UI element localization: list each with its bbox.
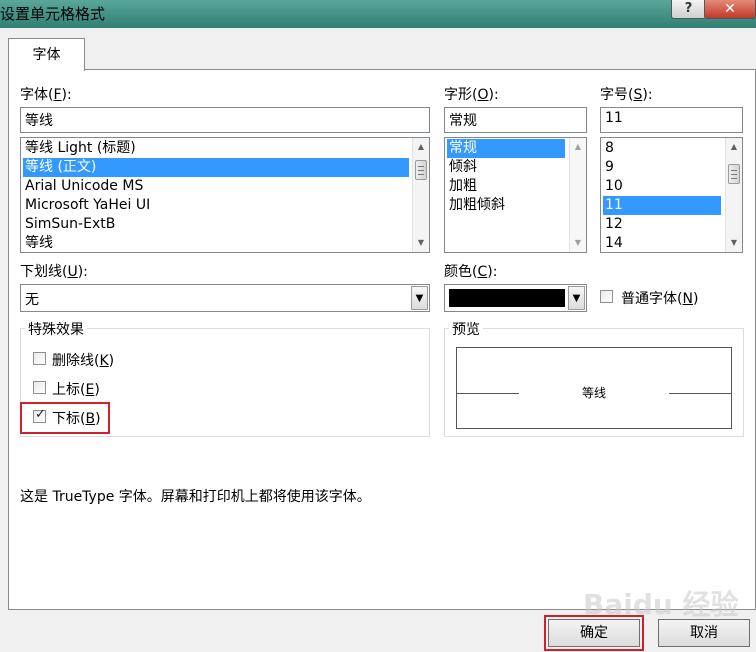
normal-font-checkbox[interactable] xyxy=(600,290,613,303)
font-name-list[interactable]: 等线 Light (标题) 等线 (正文) Arial Unicode MS M… xyxy=(20,137,430,253)
size-list-item[interactable]: 14 xyxy=(603,234,721,252)
scroll-down-icon[interactable]: ▼ xyxy=(726,235,742,251)
font-style-list[interactable]: 常规 倾斜 加粗 加粗倾斜 ▲ ▼ xyxy=(444,137,587,253)
normal-font-label: 普通字体(N) xyxy=(621,291,699,307)
effects-group-label: 特殊效果 xyxy=(25,319,87,339)
color-label: 颜色(C): xyxy=(444,264,498,280)
title-bar: 设置单元格格式 ? ✕ xyxy=(0,0,756,28)
preview-group-label: 预览 xyxy=(449,319,483,339)
scroll-thumb[interactable] xyxy=(415,160,427,180)
close-icon: ✕ xyxy=(724,1,736,17)
size-list-item[interactable]: 10 xyxy=(603,177,721,196)
tab-font[interactable]: 字体 xyxy=(8,38,85,71)
style-list-item[interactable]: 加粗 xyxy=(447,177,565,196)
font-label: 字体(F): xyxy=(20,87,72,103)
chevron-down-icon[interactable]: ▼ xyxy=(411,286,428,310)
scroll-thumb[interactable] xyxy=(728,164,740,184)
style-list-scrollbar[interactable]: ▲ ▼ xyxy=(569,138,586,252)
style-list-item[interactable]: 加粗倾斜 xyxy=(447,196,565,215)
font-name-input[interactable]: 等线 xyxy=(20,107,430,133)
baidu-watermark: Baidu 经验 xyxy=(583,588,739,621)
style-list-item[interactable]: 倾斜 xyxy=(447,158,565,177)
font-list-item[interactable]: Arial Unicode MS xyxy=(23,177,409,196)
size-label: 字号(S): xyxy=(600,87,653,103)
style-list-item-selected[interactable]: 常规 xyxy=(447,139,565,158)
size-list-item[interactable]: 12 xyxy=(603,215,721,234)
strikethrough-label: 删除线(K) xyxy=(52,353,115,369)
superscript-label: 上标(E) xyxy=(52,382,100,398)
style-label: 字形(O): xyxy=(444,87,499,103)
font-list-item[interactable]: 等线 Light (标题) xyxy=(23,139,409,158)
window-title: 设置单元格格式 xyxy=(0,5,106,23)
help-button[interactable]: ? xyxy=(671,0,706,19)
preview-sample-text: 等线 xyxy=(581,386,606,400)
chevron-down-icon[interactable]: ▼ xyxy=(568,286,585,310)
font-list-item-selected[interactable]: 等线 (正文) xyxy=(23,158,409,177)
superscript-checkbox[interactable] xyxy=(33,381,46,394)
highlight-box-subscript xyxy=(20,402,110,434)
font-info-text: 这是 TrueType 字体。屏幕和打印机上都将使用该字体。 xyxy=(20,489,371,505)
scroll-down-icon[interactable]: ▼ xyxy=(570,235,586,251)
font-list-scrollbar[interactable]: ▲ ▼ xyxy=(412,138,429,252)
scroll-up-icon[interactable]: ▲ xyxy=(570,139,586,155)
font-style-input[interactable]: 常规 xyxy=(444,107,587,133)
font-size-input[interactable]: 11 xyxy=(600,107,743,133)
underline-label: 下划线(U): xyxy=(20,264,88,280)
preview-box: 等线 xyxy=(456,347,732,429)
font-list-item[interactable]: Microsoft YaHei UI xyxy=(23,196,409,215)
font-size-list[interactable]: 8 9 10 11 12 14 ▲ ▼ xyxy=(600,137,743,253)
strikethrough-checkbox[interactable] xyxy=(33,352,46,365)
size-list-item[interactable]: 8 xyxy=(603,139,721,158)
cancel-button[interactable]: 取消 xyxy=(658,619,750,647)
size-list-item-selected[interactable]: 11 xyxy=(603,196,721,215)
scroll-down-icon[interactable]: ▼ xyxy=(413,235,429,251)
color-select[interactable]: ▼ xyxy=(444,284,587,312)
font-list-item[interactable]: SimSun-ExtB xyxy=(23,215,409,234)
scroll-up-icon[interactable]: ▲ xyxy=(413,139,429,155)
scroll-up-icon[interactable]: ▲ xyxy=(726,139,742,155)
underline-select[interactable]: 无 ▼ xyxy=(20,284,430,312)
font-list-item[interactable]: 等线 xyxy=(23,234,409,252)
size-list-item[interactable]: 9 xyxy=(603,158,721,177)
close-button[interactable]: ✕ xyxy=(704,0,756,19)
size-list-scrollbar[interactable]: ▲ ▼ xyxy=(725,138,742,252)
color-swatch xyxy=(449,289,565,307)
